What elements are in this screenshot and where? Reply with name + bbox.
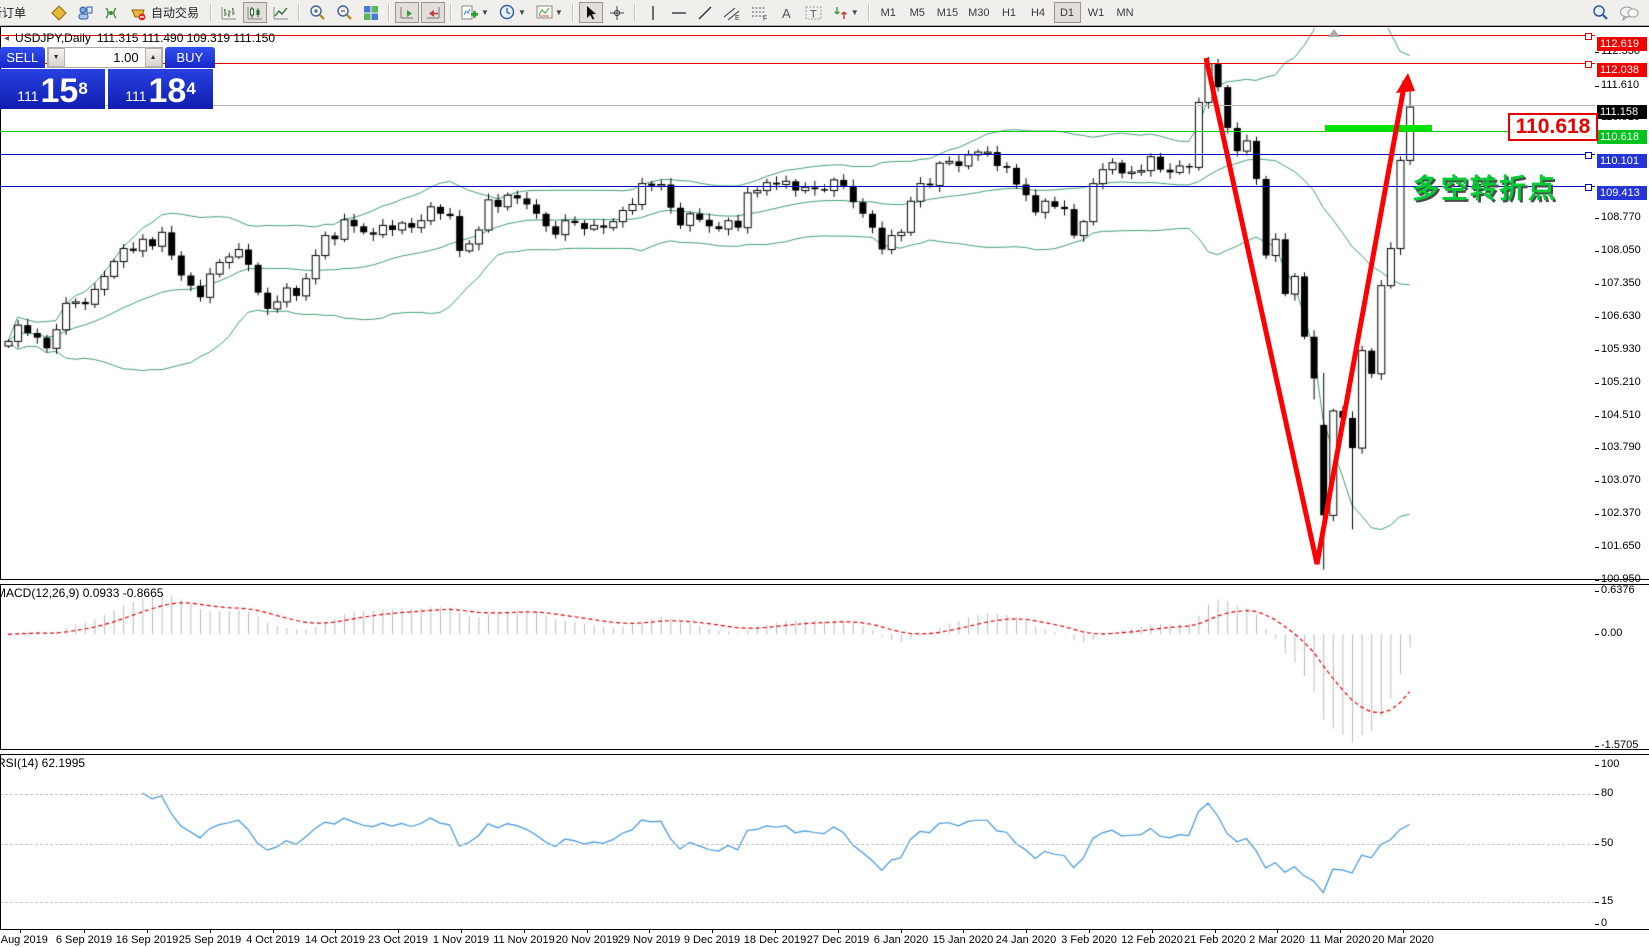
zoom-out-icon[interactable] [332, 2, 357, 23]
equidistant-channel-icon[interactable]: E [719, 2, 745, 23]
horizontal-line-icon[interactable] [667, 2, 691, 23]
line-chart-icon[interactable] [269, 2, 293, 23]
sell-button[interactable]: SELL [0, 47, 45, 68]
one-click-trading-panel: SELL ▼ ▲ BUY 111 15 8 111 18 4 [0, 47, 215, 109]
red-v-arrow[interactable] [0, 27, 1649, 947]
arrows-icon[interactable]: ▼ [829, 2, 863, 23]
svg-text:F: F [763, 15, 767, 21]
new-order-button[interactable]: 新订单 [0, 4, 46, 21]
timeframe-W1[interactable]: W1 [1083, 2, 1110, 23]
timeframe-M5[interactable]: M5 [904, 2, 931, 23]
mt4-window: 新订单 自动交易 [0, 0, 1649, 947]
separator [867, 3, 870, 22]
sell-price-small: 111 [17, 88, 39, 104]
auto-trading-button[interactable]: 自动交易 [125, 2, 205, 23]
search-icon[interactable] [1588, 2, 1613, 23]
chart-shift-icon[interactable] [421, 2, 446, 23]
bar-chart-icon[interactable] [217, 2, 241, 23]
crosshair-icon[interactable] [605, 2, 629, 23]
timeframe-bar: M1 M5 M15 M30 H1 H4 D1 W1 MN [874, 2, 1140, 23]
separator [633, 3, 636, 22]
timeframe-D1[interactable]: D1 [1053, 2, 1081, 23]
cursor-icon[interactable] [578, 2, 603, 23]
fibonacci-icon[interactable]: F [747, 2, 773, 23]
market-watch-icon[interactable] [47, 2, 71, 23]
separator [571, 3, 574, 22]
separator [388, 3, 391, 22]
buy-button[interactable]: BUY [164, 47, 215, 68]
sell-price-tile[interactable]: 111 15 8 [0, 69, 105, 109]
candlestick-chart-icon[interactable] [243, 2, 268, 23]
volume-input[interactable] [64, 48, 145, 67]
timeframe-H1[interactable]: H1 [996, 2, 1023, 23]
timeframe-M1[interactable]: M1 [875, 2, 902, 23]
timeframe-M30[interactable]: M30 [964, 2, 993, 23]
svg-text:E: E [735, 15, 740, 21]
sell-price-big: 15 [40, 72, 79, 110]
price-alert-label[interactable]: 110.618 [1508, 113, 1598, 141]
chat-icon[interactable] [1615, 2, 1643, 23]
buy-price-tile[interactable]: 111 18 4 [108, 69, 213, 109]
svg-text:A: A [782, 6, 791, 21]
tile-windows-icon[interactable] [359, 2, 383, 23]
chart-window: ◂ USDJPY,Daily 111.315 111.490 109.319 1… [0, 26, 1649, 947]
vertical-line-icon[interactable] [641, 2, 665, 23]
timeframe-H4[interactable]: H4 [1025, 2, 1052, 23]
toolbar: 新订单 自动交易 [0, 0, 1649, 26]
navigator-icon[interactable] [73, 2, 97, 23]
volume-down-button[interactable]: ▼ [47, 48, 65, 67]
buy-price-big: 18 [148, 72, 187, 110]
turning-point-annotation[interactable]: 多空转折点 [1412, 167, 1557, 206]
indicators-icon[interactable]: ▼ [457, 2, 493, 23]
buy-price-small: 111 [125, 88, 147, 104]
text-icon[interactable]: A [775, 2, 799, 23]
sell-price-sup: 8 [78, 79, 88, 98]
periods-icon[interactable]: ▼ [495, 2, 530, 23]
buy-price-sup: 4 [186, 79, 196, 98]
trendline-icon[interactable] [693, 2, 717, 23]
auto-trading-icon [131, 9, 146, 20]
separator [450, 3, 453, 22]
auto-scroll-icon[interactable] [395, 2, 420, 23]
text-label-icon[interactable]: T [801, 2, 827, 23]
new-order-label: 新订单 [0, 6, 27, 20]
volume-up-button[interactable]: ▲ [144, 48, 162, 67]
zoom-in-icon[interactable] [305, 2, 330, 23]
timeframe-M15[interactable]: M15 [933, 2, 962, 23]
svg-text:T: T [810, 8, 817, 20]
templates-icon[interactable]: ▼ [532, 2, 567, 23]
auto-trading-label: 自动交易 [151, 6, 200, 20]
separator [210, 3, 213, 22]
timeframe-MN[interactable]: MN [1112, 2, 1139, 23]
separator [298, 3, 301, 22]
signals-icon[interactable] [99, 2, 123, 23]
